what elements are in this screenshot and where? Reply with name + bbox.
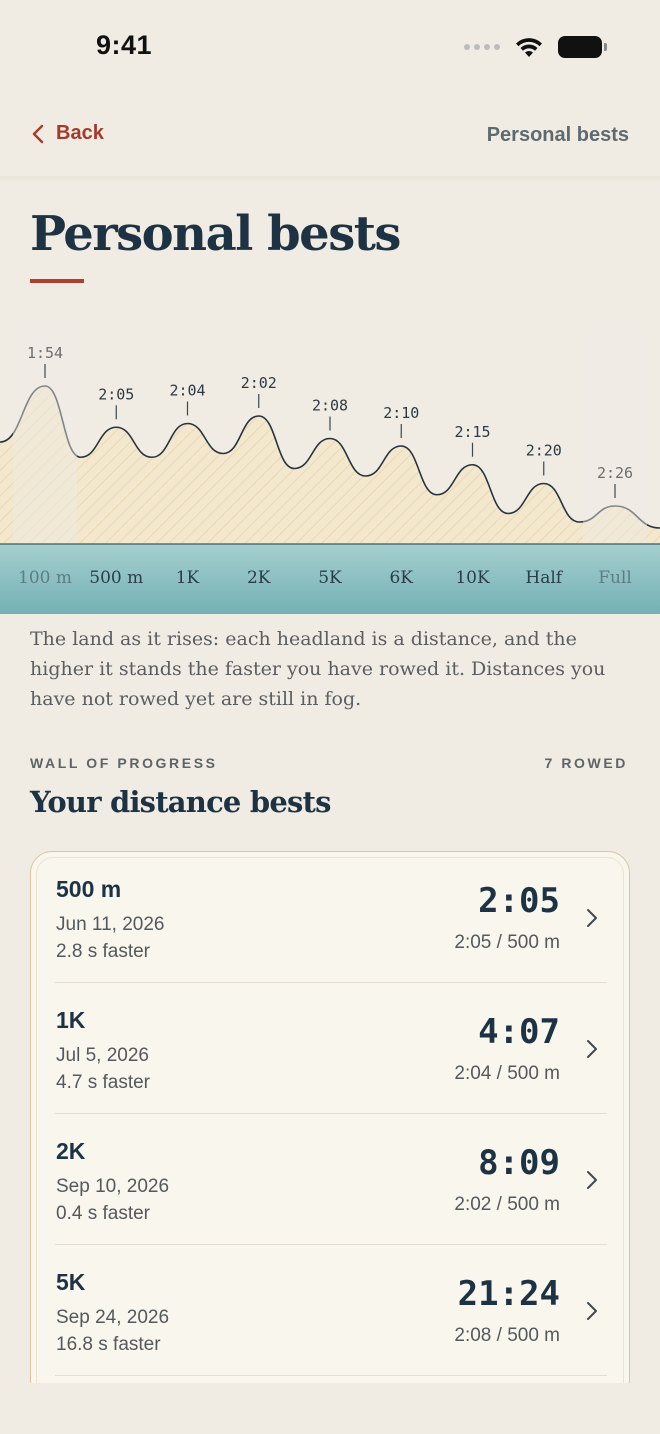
chevron-left-icon — [32, 124, 44, 143]
landscape-svg: 1:54 100 m 2:05 500 m 2:04 1K 2:02 2K 2:08 5K 2:10… — [0, 330, 660, 614]
distance-label: 6K — [389, 568, 413, 588]
pace-label: 2:15 — [454, 423, 490, 441]
navigation-bar: Back Personal bests — [0, 96, 660, 176]
best-split: 2:02 / 500 m — [454, 1194, 560, 1215]
best-improvement: 0.4 s faster — [56, 1203, 150, 1224]
best-distance: 2K — [56, 1138, 86, 1164]
chart-description: The land as it rises: each headland is a… — [30, 628, 606, 710]
pace-landscape-chart: 1:54 100 m 2:05 500 m 2:04 1K 2:02 2K 2:08 5K 2:10… — [0, 330, 660, 614]
distance-label: 500 m — [89, 568, 143, 588]
best-distance: 500 m — [56, 876, 122, 902]
best-time: 21:24 — [457, 1274, 560, 1314]
distance-bests-card: 500 m Jun 11, 2026 2.8 s faster 2:05 2:0… — [30, 851, 630, 1411]
best-split: 2:04 / 500 m — [454, 1063, 560, 1084]
best-improvement: 4.7 s faster — [56, 1072, 150, 1093]
pace-label: 2:04 — [169, 382, 205, 400]
nav-divider — [0, 176, 660, 182]
distance-label: 10K — [455, 568, 490, 588]
fog-8 — [582, 330, 648, 548]
pace-label: 2:10 — [383, 404, 419, 422]
pace-label: 2:20 — [526, 442, 562, 460]
title-accent-rule — [30, 279, 84, 283]
best-improvement: 16.8 s faster — [56, 1334, 161, 1355]
best-date: Jul 5, 2026 — [56, 1045, 149, 1066]
bottom-safe-area — [0, 1383, 660, 1434]
pace-label: 2:26 — [597, 464, 633, 482]
best-split: 2:05 / 500 m — [454, 932, 560, 953]
nav-title: Personal bests — [486, 124, 629, 146]
best-row-500m[interactable]: 500 m Jun 11, 2026 2.8 s faster 2:05 2:0… — [31, 852, 629, 983]
pace-label: 2:02 — [241, 374, 277, 392]
best-time: 4:07 — [478, 1012, 560, 1052]
distance-label: 1K — [176, 568, 200, 588]
status-time: 9:41 — [96, 30, 153, 60]
distance-label: 5K — [318, 568, 342, 588]
status-bar: 9:41 — [0, 0, 660, 96]
best-row-5k[interactable]: 5K Sep 24, 2026 16.8 s faster 21:24 2:08… — [31, 1245, 629, 1376]
section-kicker: WALL OF PROGRESS — [30, 755, 218, 771]
pace-label: 2:05 — [98, 385, 134, 403]
best-distance: 5K — [56, 1269, 86, 1295]
pace-label: 1:54 — [27, 344, 63, 362]
distance-label: Full — [598, 568, 632, 588]
back-button-label: Back — [56, 122, 104, 144]
battery-icon — [558, 36, 607, 58]
rowed-count: 7 ROWED — [544, 755, 628, 771]
best-distance: 1K — [56, 1007, 86, 1033]
best-date: Sep 10, 2026 — [56, 1176, 170, 1197]
best-date: Jun 11, 2026 — [56, 914, 165, 935]
best-row-1k[interactable]: 1K Jul 5, 2026 4.7 s faster 4:07 2:04 / … — [31, 983, 629, 1114]
chevron-right-icon — [587, 1171, 597, 1189]
row-divider — [55, 1375, 607, 1376]
chevron-right-icon — [587, 909, 597, 927]
distance-label: Half — [525, 568, 563, 588]
distance-label: 2K — [247, 568, 271, 588]
wifi-icon — [516, 38, 542, 57]
fog-0 — [12, 330, 78, 548]
best-date: Sep 24, 2026 — [56, 1307, 170, 1328]
cellular-signal-icon — [464, 44, 500, 50]
page-title: Personal bests — [30, 206, 401, 262]
best-split: 2:08 / 500 m — [454, 1325, 560, 1346]
chevron-right-icon — [587, 1040, 597, 1058]
best-improvement: 2.8 s faster — [56, 941, 150, 962]
best-time: 2:05 — [478, 881, 560, 921]
section-title: Your distance bests — [30, 785, 331, 819]
pace-label: 2:08 — [312, 397, 348, 415]
distance-label: 100 m — [18, 568, 72, 588]
status-icons — [464, 36, 607, 58]
best-row-2k[interactable]: 2K Sep 10, 2026 0.4 s faster 8:09 2:02 /… — [31, 1114, 629, 1245]
chevron-right-icon — [587, 1302, 597, 1320]
best-time: 8:09 — [478, 1143, 560, 1183]
back-button[interactable]: Back — [32, 122, 104, 145]
